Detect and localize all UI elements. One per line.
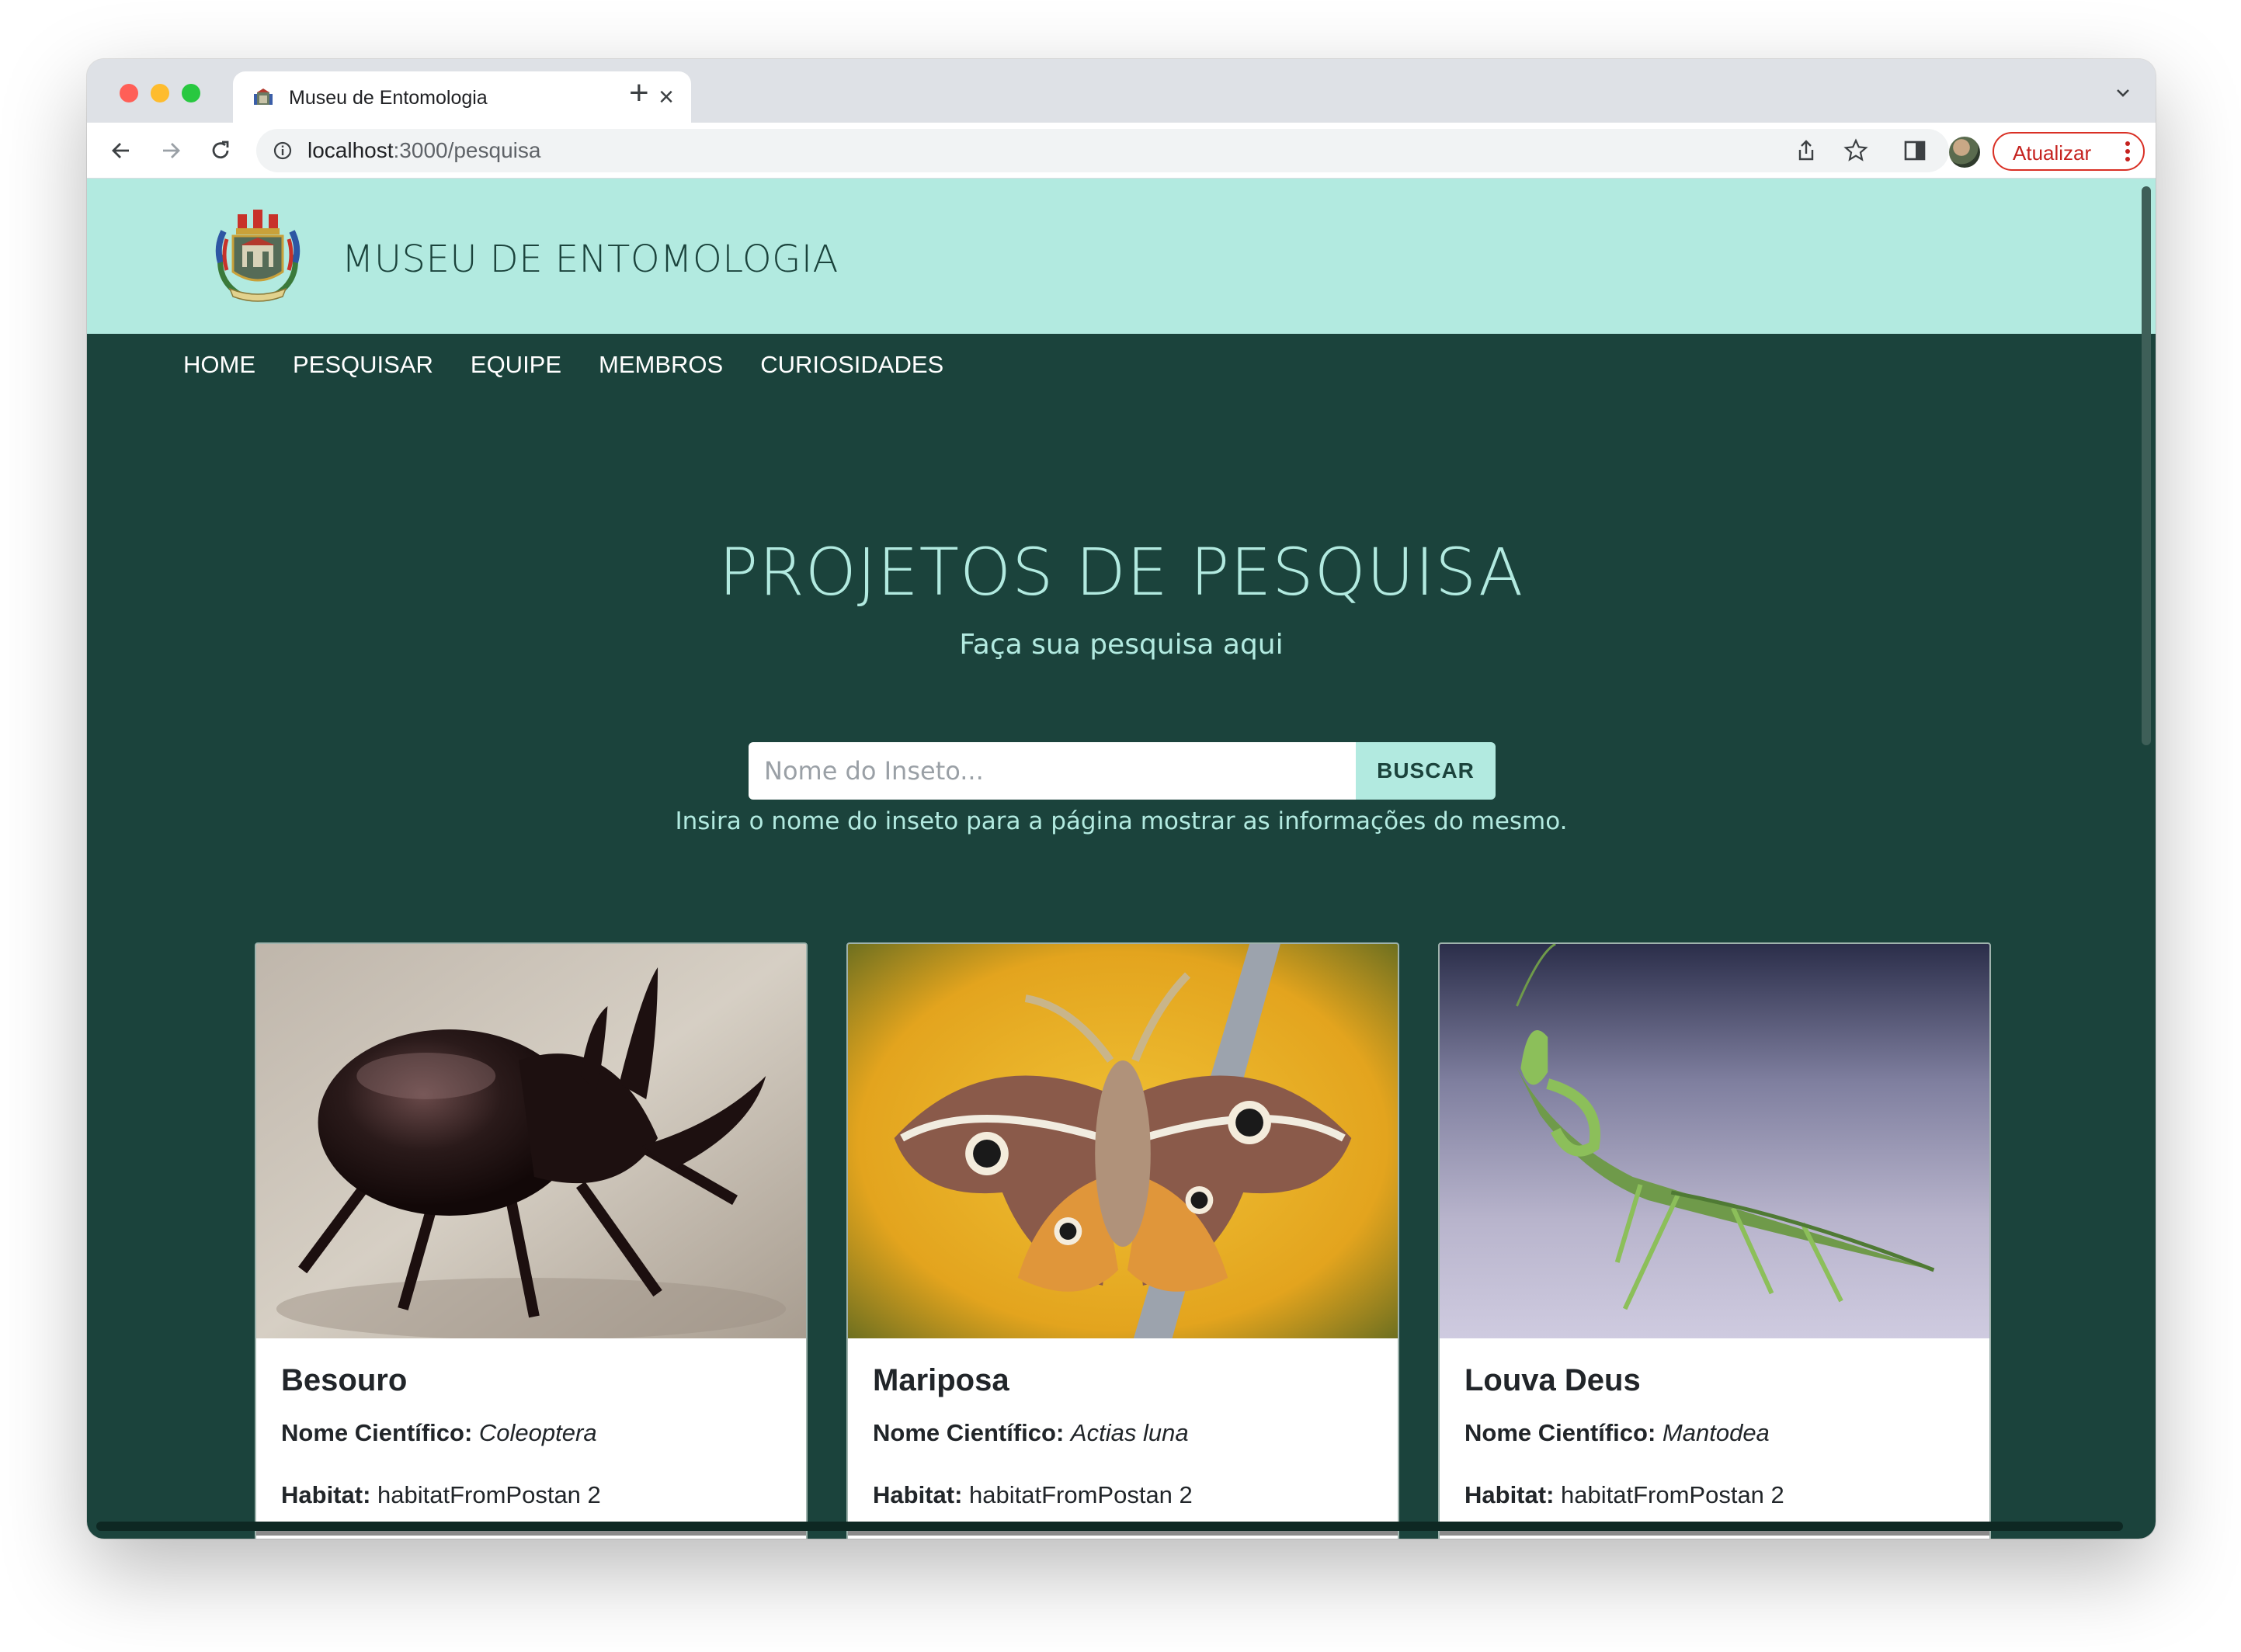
habitat-value: habitatFromPostan 2 bbox=[377, 1481, 601, 1508]
search-input[interactable] bbox=[749, 742, 1356, 800]
update-button[interactable]: Atualizar bbox=[1993, 132, 2145, 171]
browser-toolbar: localhost:3000/pesquisa Atualizar bbox=[87, 123, 2156, 179]
card-scientific-name: Nome Científico: Coleoptera bbox=[281, 1419, 597, 1447]
card-title: Besouro bbox=[281, 1363, 408, 1397]
main-nav: HOME PESQUISAR EQUIPE MEMBROS CURIOSIDAD… bbox=[183, 351, 943, 379]
new-tab-button[interactable]: + bbox=[629, 76, 649, 110]
search-form: BUSCAR bbox=[749, 742, 1496, 800]
habitat-value: habitatFromPostan 2 bbox=[1561, 1481, 1784, 1508]
sci-label: Nome Científico: bbox=[873, 1419, 1065, 1446]
vertical-scrollbar[interactable] bbox=[2142, 186, 2151, 745]
minimize-window-button[interactable] bbox=[151, 84, 169, 102]
nav-equipe[interactable]: EQUIPE bbox=[471, 351, 561, 379]
browser-window: Museu de Entomologia × + localhost:3000/… bbox=[87, 59, 2156, 1539]
sci-value: Coleoptera bbox=[478, 1419, 597, 1446]
nav-pesquisar[interactable]: PESQUISAR bbox=[293, 351, 433, 379]
habitat-label: Habitat: bbox=[1464, 1481, 1555, 1508]
close-window-button[interactable] bbox=[120, 84, 138, 102]
search-button[interactable]: BUSCAR bbox=[1356, 742, 1496, 800]
sci-value: Mantodea bbox=[1662, 1419, 1770, 1446]
url-path: :3000/pesquisa bbox=[393, 138, 541, 162]
tab-strip: Museu de Entomologia × + bbox=[87, 59, 2156, 123]
hero-title: PROJETOS DE PESQUISA bbox=[718, 534, 1524, 610]
habitat-label: Habitat: bbox=[281, 1481, 371, 1508]
site-brand[interactable]: MUSEU DE ENTOMOLOGIA bbox=[342, 238, 839, 281]
museum-crest-logo[interactable] bbox=[210, 208, 306, 304]
habitat-label: Habitat: bbox=[873, 1481, 963, 1508]
chevron-down-icon[interactable] bbox=[2112, 82, 2134, 104]
forward-arrow-icon[interactable] bbox=[157, 137, 185, 165]
card-title: Louva Deus bbox=[1464, 1363, 1641, 1397]
address-bar[interactable]: localhost:3000/pesquisa bbox=[256, 129, 1949, 172]
update-label: Atualizar bbox=[2013, 141, 2092, 165]
profile-avatar[interactable] bbox=[1949, 137, 1980, 168]
url-text: localhost:3000/pesquisa bbox=[307, 138, 540, 163]
mantis-photo bbox=[1440, 944, 1989, 1338]
hero-subtitle: Faça sua pesquisa aqui bbox=[959, 629, 1284, 661]
card-habitat: Habitat: habitatFromPostan 2 bbox=[1464, 1481, 1784, 1509]
nav-home[interactable]: HOME bbox=[183, 351, 255, 379]
card-habitat: Habitat: habitatFromPostan 2 bbox=[281, 1481, 601, 1509]
nav-membros[interactable]: MEMBROS bbox=[599, 351, 723, 379]
site-header: MUSEU DE ENTOMOLOGIA bbox=[87, 179, 2156, 334]
back-arrow-icon[interactable] bbox=[107, 137, 135, 165]
card-title: Mariposa bbox=[873, 1363, 1009, 1397]
side-panel-icon[interactable] bbox=[1901, 137, 1929, 165]
share-icon[interactable] bbox=[1792, 137, 1820, 165]
maximize-window-button[interactable] bbox=[182, 84, 200, 102]
more-vert-icon bbox=[2125, 141, 2130, 161]
nav-curiosidades[interactable]: CURIOSIDADES bbox=[760, 351, 943, 379]
browser-tab[interactable]: Museu de Entomologia × bbox=[233, 71, 691, 123]
search-help-text: Insira o nome do inseto para a página mo… bbox=[675, 807, 1568, 835]
moth-photo bbox=[848, 944, 1398, 1338]
beetle-photo bbox=[256, 944, 806, 1338]
sci-label: Nome Científico: bbox=[1464, 1419, 1656, 1446]
reload-icon[interactable] bbox=[207, 137, 235, 165]
insect-card[interactable]: Mariposa Nome Científico: Actias luna Ha… bbox=[846, 942, 1399, 1539]
url-host: localhost bbox=[307, 138, 394, 162]
insect-card[interactable]: Besouro Nome Científico: Coleoptera Habi… bbox=[255, 942, 808, 1539]
card-habitat: Habitat: habitatFromPostan 2 bbox=[873, 1481, 1193, 1509]
sci-label: Nome Científico: bbox=[281, 1419, 473, 1446]
page-viewport: MUSEU DE ENTOMOLOGIA HOME PESQUISAR EQUI… bbox=[87, 179, 2156, 1539]
crest-favicon-icon bbox=[254, 88, 273, 105]
insect-card[interactable]: Louva Deus Nome Científico: Mantodea Hab… bbox=[1438, 942, 1991, 1539]
info-icon[interactable] bbox=[272, 140, 294, 161]
tab-close-icon[interactable]: × bbox=[658, 82, 674, 113]
habitat-value: habitatFromPostan 2 bbox=[969, 1481, 1193, 1508]
card-scientific-name: Nome Científico: Mantodea bbox=[1464, 1419, 1770, 1447]
card-scientific-name: Nome Científico: Actias luna bbox=[873, 1419, 1189, 1447]
sci-value: Actias luna bbox=[1070, 1419, 1189, 1446]
bookmark-star-icon[interactable] bbox=[1842, 137, 1870, 165]
tab-title: Museu de Entomologia bbox=[289, 87, 488, 109]
horizontal-scrollbar[interactable] bbox=[96, 1522, 2123, 1531]
